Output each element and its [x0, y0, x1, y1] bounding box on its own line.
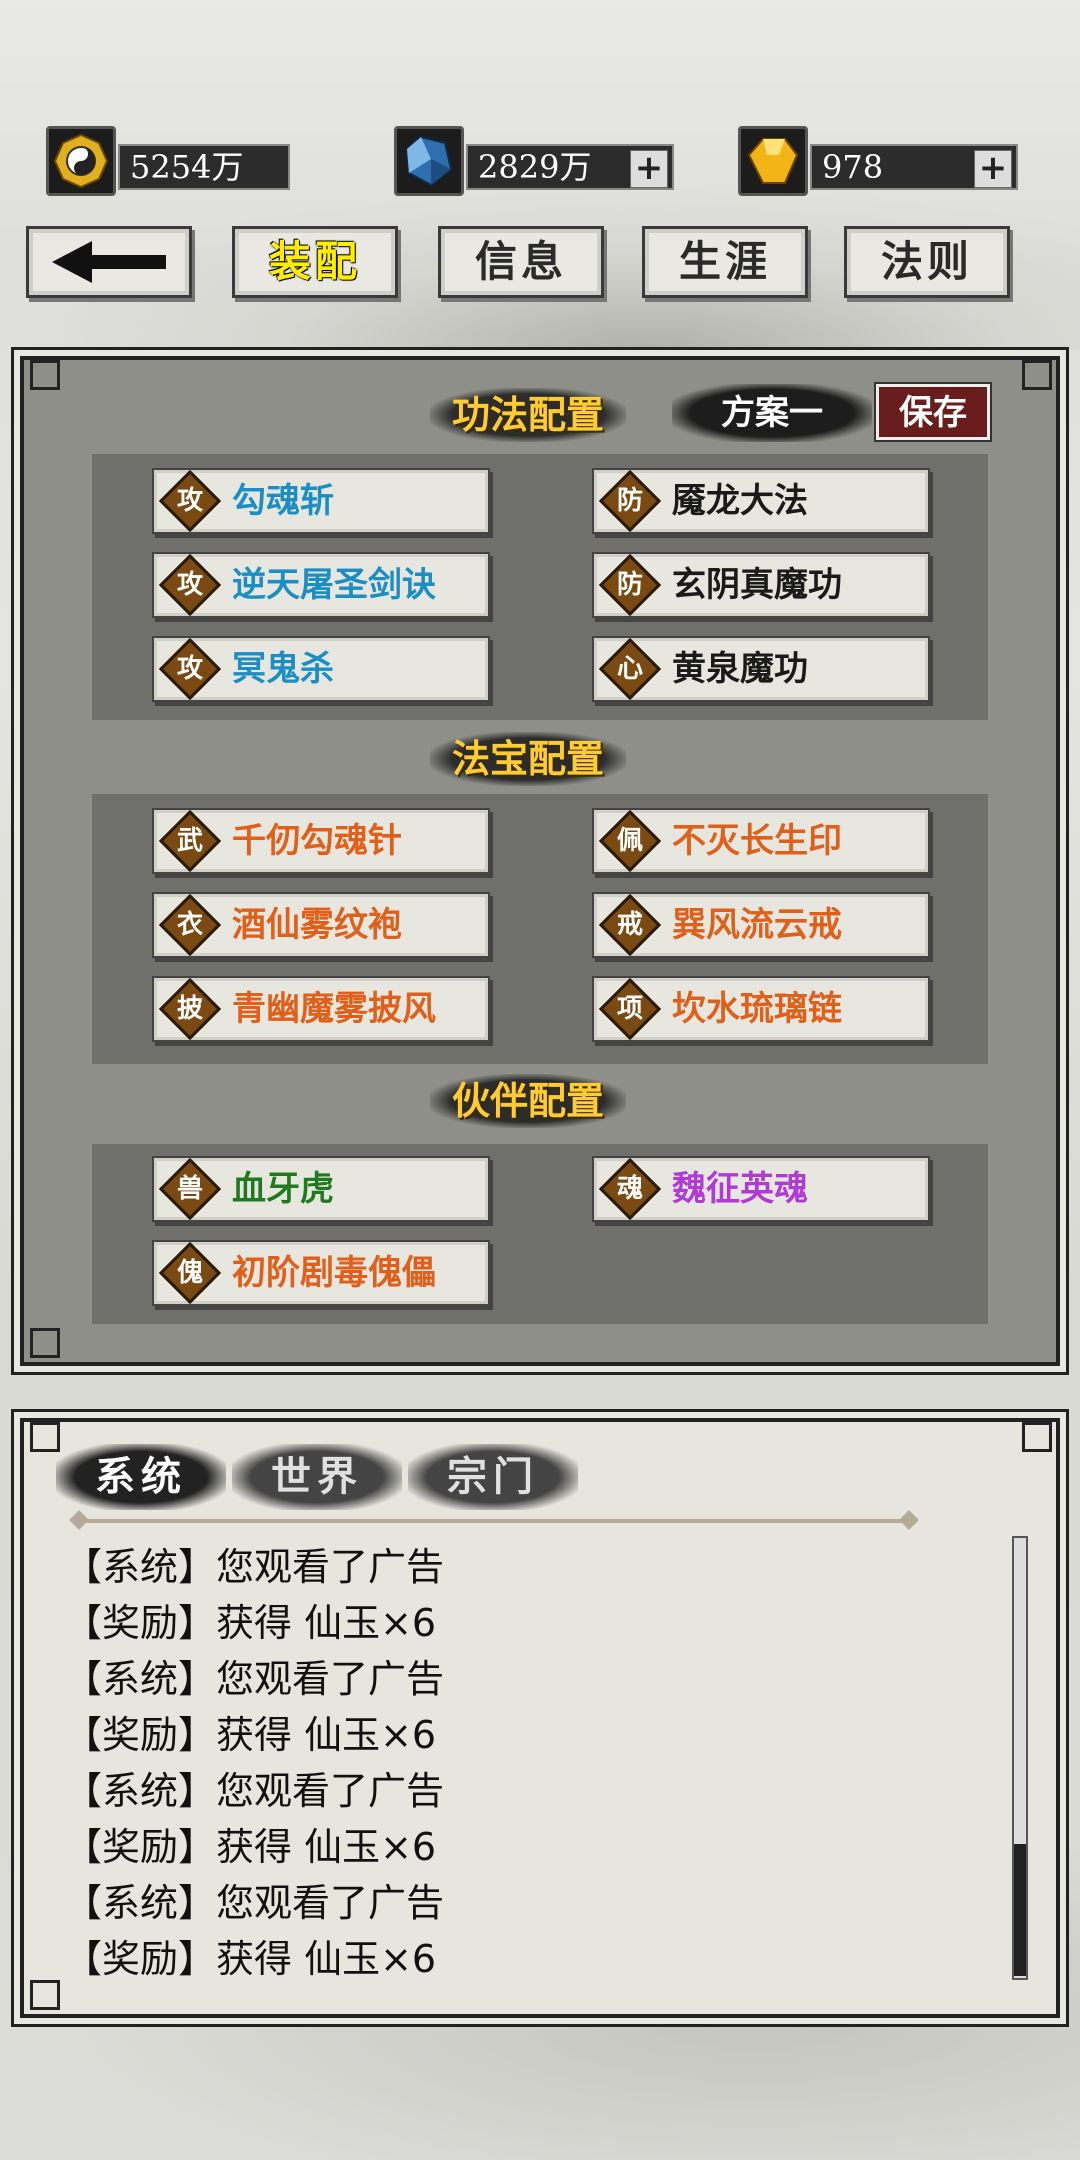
treasures-slot[interactable]: 项坎水琉璃链 — [592, 976, 930, 1042]
panel-corner-ornament — [30, 360, 60, 390]
slot-type-label: 防 — [616, 486, 643, 516]
blue-crystal-icon — [394, 126, 464, 196]
tab-info[interactable]: 信息 — [438, 226, 604, 298]
slot-item-name: 青幽魔雾披风 — [232, 989, 436, 1029]
slot-type-label: 魂 — [616, 1174, 643, 1204]
treasures-slot[interactable]: 武千仞勾魂针 — [152, 808, 490, 874]
chat-message: 【奖励】获得 仙玉×6 — [64, 1825, 437, 1869]
chat-tab-sect[interactable]: 宗门 — [408, 1444, 578, 1510]
partners-section-title: 伙伴配置 — [430, 1074, 627, 1128]
slot-type-label: 攻 — [176, 486, 203, 516]
chat-message: 【系统】您观看了广告 — [64, 1657, 445, 1701]
chat-message: 【奖励】获得 仙玉×6 — [64, 1601, 437, 1645]
chat-tab-world[interactable]: 世界 — [232, 1444, 402, 1510]
slot-type-label: 佩 — [616, 826, 643, 856]
partners-slot[interactable]: 魂魏征英魂 — [592, 1156, 930, 1222]
resource-gems: 978 + — [738, 126, 1018, 196]
slot-item-name: 勾魂斩 — [232, 481, 334, 521]
save-button[interactable]: 保存 — [876, 384, 990, 440]
slot-item-name: 冥鬼杀 — [232, 649, 334, 689]
chat-corner-ornament — [30, 1980, 60, 2010]
coins-value: 5254万 — [118, 144, 290, 190]
scheme-selector[interactable]: 方案一 — [672, 384, 872, 442]
add-crystals-button[interactable]: + — [630, 150, 668, 188]
slot-type-label: 衣 — [176, 910, 203, 940]
chat-message: 【系统】您观看了广告 — [64, 1545, 445, 1589]
skills-section-title: 功法配置 — [430, 388, 627, 442]
resource-coins: 5254万 — [46, 126, 290, 196]
slot-item-name: 黄泉魔功 — [672, 649, 808, 689]
slot-item-name: 酒仙雾纹袍 — [232, 905, 402, 945]
slot-item-name: 魇龙大法 — [672, 481, 808, 521]
skills-slot[interactable]: 防魇龙大法 — [592, 468, 930, 534]
skills-slot[interactable]: 攻逆天屠圣剑诀 — [152, 552, 490, 618]
slot-item-name: 千仞勾魂针 — [232, 821, 402, 861]
partners-slot[interactable]: 兽血牙虎 — [152, 1156, 490, 1222]
slot-type-label: 傀 — [176, 1258, 203, 1288]
slot-type-label: 武 — [176, 826, 203, 856]
left-arrow-icon — [52, 241, 166, 283]
chat-message: 【奖励】获得 仙玉×6 — [64, 1713, 437, 1757]
chat-tab-system[interactable]: 系统 — [56, 1444, 226, 1510]
skills-slot[interactable]: 心黄泉魔功 — [592, 636, 930, 702]
slot-type-label: 攻 — [176, 570, 203, 600]
treasures-section-title: 法宝配置 — [430, 732, 627, 786]
slot-item-name: 魏征英魂 — [672, 1169, 808, 1209]
chat-message: 【奖励】获得 仙玉×6 — [64, 1937, 437, 1981]
slot-type-label: 兽 — [176, 1174, 203, 1204]
slot-type-label: 心 — [616, 654, 643, 684]
crystals-value: 2829万 + — [466, 144, 674, 190]
chat-divider — [78, 1519, 910, 1523]
skills-slot[interactable]: 攻勾魂斩 — [152, 468, 490, 534]
slot-item-name: 巽风流云戒 — [672, 905, 842, 945]
tab-career[interactable]: 生涯 — [642, 226, 808, 298]
gems-amount: 978 — [822, 148, 884, 186]
slot-type-label: 攻 — [176, 654, 203, 684]
chat-scrollbar-thumb[interactable] — [1014, 1844, 1026, 1976]
slot-item-name: 逆天屠圣剑诀 — [232, 565, 436, 605]
crystals-amount: 2829万 — [478, 148, 592, 186]
skills-slot[interactable]: 攻冥鬼杀 — [152, 636, 490, 702]
tab-equip[interactable]: 装配 — [232, 226, 398, 298]
slot-type-label: 披 — [176, 994, 203, 1024]
slot-item-name: 玄阴真魔功 — [672, 565, 842, 605]
slot-item-name: 血牙虎 — [232, 1169, 334, 1209]
skills-slot[interactable]: 防玄阴真魔功 — [592, 552, 930, 618]
slot-type-label: 戒 — [616, 910, 643, 940]
back-button[interactable] — [26, 226, 192, 298]
chat-message: 【系统】您观看了广告 — [64, 1769, 445, 1813]
add-gems-button[interactable]: + — [974, 150, 1012, 188]
chat-message: 【系统】您观看了广告 — [64, 1881, 445, 1925]
slot-item-name: 不灭长生印 — [672, 821, 842, 861]
treasures-slot[interactable]: 戒巽风流云戒 — [592, 892, 930, 958]
treasures-slot[interactable]: 佩不灭长生印 — [592, 808, 930, 874]
resource-crystals: 2829万 + — [394, 126, 674, 196]
slot-item-name: 初阶剧毒傀儡 — [232, 1253, 436, 1293]
slot-type-label: 项 — [616, 994, 643, 1024]
slot-type-label: 防 — [616, 570, 643, 600]
yin-yang-coin-icon — [46, 126, 116, 196]
tab-rules[interactable]: 法则 — [844, 226, 1010, 298]
partners-slot[interactable]: 傀初阶剧毒傀儡 — [152, 1240, 490, 1306]
gold-gem-icon — [738, 126, 808, 196]
slot-item-name: 坎水琉璃链 — [672, 989, 842, 1029]
treasures-slot[interactable]: 衣酒仙雾纹袍 — [152, 892, 490, 958]
panel-corner-ornament — [30, 1328, 60, 1358]
chat-corner-ornament — [1022, 1422, 1052, 1452]
panel-corner-ornament — [1022, 360, 1052, 390]
gems-value: 978 + — [810, 144, 1018, 190]
treasures-slot[interactable]: 披青幽魔雾披风 — [152, 976, 490, 1042]
